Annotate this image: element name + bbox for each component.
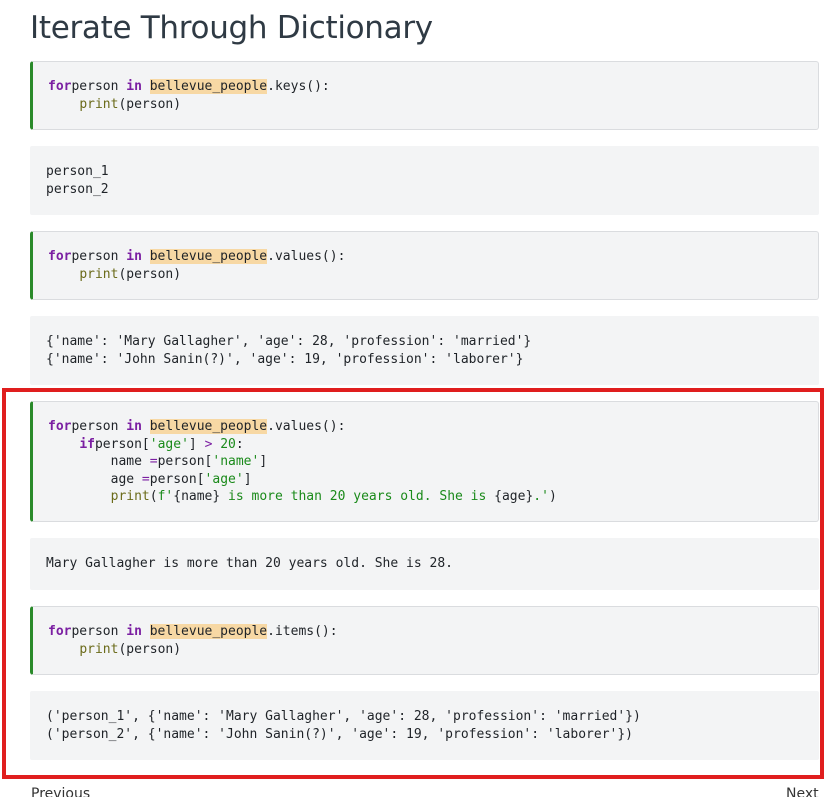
- code-token: for: [48, 249, 72, 264]
- code-token: 'age': [204, 471, 244, 487]
- code-token: Mary Gallagher is more than 20 years old…: [46, 556, 453, 571]
- code-token: =: [141, 471, 150, 487]
- code-token: for: [48, 79, 72, 94]
- code-line: person_1: [46, 163, 819, 181]
- code-line: print(person): [48, 266, 818, 284]
- code-token: for: [48, 419, 72, 434]
- code-line: print(person): [48, 641, 818, 659]
- code-token: (person): [118, 641, 182, 657]
- code-line: name =person['name']: [48, 453, 818, 471]
- code-token: 'age': [149, 436, 189, 452]
- code-token: (: [149, 489, 158, 504]
- code-token: {name}: [173, 489, 221, 504]
- code-line: ('person_2', {'name': 'John Sanin(?)', '…: [46, 726, 819, 744]
- output-cell: {'name': 'Mary Gallagher', 'age': 28, 'p…: [30, 316, 819, 385]
- code-line: age =person['age']: [48, 471, 818, 489]
- variable-highlight: bellevue_people: [149, 249, 268, 264]
- code-token: person[: [157, 454, 213, 469]
- code-token: >: [204, 436, 213, 452]
- code-token: =: [149, 454, 158, 469]
- code-token: is more than 20 years old. She is: [220, 489, 495, 504]
- code-line: forperson in bellevue_people.values():: [48, 418, 818, 436]
- code-token: ): [548, 489, 557, 504]
- code-token: person[: [149, 471, 205, 487]
- output-cell: person_1 person_2: [30, 146, 819, 215]
- code-token: print: [110, 489, 150, 504]
- code-token: {'name': 'John Sanin(?)', 'age': 19, 'pr…: [46, 351, 524, 367]
- code-token: person: [71, 624, 127, 639]
- code-line: {'name': 'John Sanin(?)', 'age': 19, 'pr…: [46, 351, 819, 369]
- code-token: print: [79, 266, 119, 282]
- code-cell[interactable]: forperson in bellevue_people.values(): pr…: [30, 231, 819, 300]
- code-token: (person): [118, 96, 182, 112]
- code-line: forperson in bellevue_people.items():: [48, 623, 818, 641]
- code-token: name: [48, 454, 150, 469]
- previous-link[interactable]: Previous: [31, 786, 90, 797]
- code-token: if: [79, 436, 95, 452]
- output-cell: Mary Gallagher is more than 20 years old…: [30, 538, 819, 590]
- code-cell[interactable]: forperson in bellevue_people.values(): if…: [30, 401, 819, 522]
- code-token: person_1: [46, 164, 109, 179]
- code-token: {age}: [494, 489, 534, 504]
- code-token: person: [71, 249, 127, 264]
- code-token: ('person_1', {'name': 'Mary Gallagher', …: [46, 709, 641, 724]
- code-token: (person): [118, 266, 182, 282]
- code-token: for: [48, 624, 72, 639]
- code-token: person: [71, 419, 127, 434]
- code-line: Mary Gallagher is more than 20 years old…: [46, 555, 819, 573]
- code-token: in: [126, 249, 142, 264]
- code-token: print: [79, 641, 119, 657]
- code-token: .values():: [267, 419, 346, 434]
- variable-highlight: bellevue_people: [149, 419, 268, 434]
- code-token: print: [79, 96, 119, 112]
- code-line: person_2: [46, 181, 819, 199]
- code-token: ]: [188, 436, 205, 452]
- code-token: :: [235, 436, 244, 452]
- next-link[interactable]: Next: [786, 786, 819, 797]
- code-token: ]: [243, 471, 252, 487]
- code-line: ('person_1', {'name': 'Mary Gallagher', …: [46, 708, 819, 726]
- code-line: forperson in bellevue_people.values():: [48, 248, 818, 266]
- code-token: f': [157, 489, 174, 504]
- output-cell: ('person_1', {'name': 'Mary Gallagher', …: [30, 691, 819, 760]
- variable-highlight: bellevue_people: [149, 624, 268, 639]
- code-token: .values():: [267, 249, 346, 264]
- code-token: person[: [94, 436, 150, 452]
- code-line: {'name': 'Mary Gallagher', 'age': 28, 'p…: [46, 333, 819, 351]
- code-token: ]: [259, 454, 268, 469]
- code-line: forperson in bellevue_people.keys():: [48, 78, 818, 96]
- code-token: 20: [220, 436, 236, 452]
- code-token: age: [48, 471, 142, 487]
- code-cell[interactable]: forperson in bellevue_people.keys(): prin…: [30, 61, 819, 130]
- code-line: print(f'{name} is more than 20 years old…: [48, 488, 818, 506]
- code-token: person: [71, 79, 127, 94]
- code-cell[interactable]: forperson in bellevue_people.items(): pri…: [30, 606, 819, 675]
- page-title: Iterate Through Dictionary: [30, 10, 433, 46]
- code-token: 'name': [212, 454, 260, 469]
- code-line: print(person): [48, 96, 818, 114]
- code-token: ('person_2', {'name': 'John Sanin(?)', '…: [46, 726, 633, 742]
- code-token: .items():: [267, 624, 338, 639]
- code-token: in: [126, 419, 142, 434]
- code-token: {'name': 'Mary Gallagher', 'age': 28, 'p…: [46, 334, 532, 349]
- code-line: ifperson['age'] >20:: [48, 436, 818, 454]
- code-token: .keys():: [267, 79, 330, 94]
- code-token: in: [126, 624, 142, 639]
- code-token: .': [533, 489, 549, 504]
- variable-highlight: bellevue_people: [149, 79, 268, 94]
- code-token: in: [126, 79, 142, 94]
- code-token: person_2: [46, 181, 109, 197]
